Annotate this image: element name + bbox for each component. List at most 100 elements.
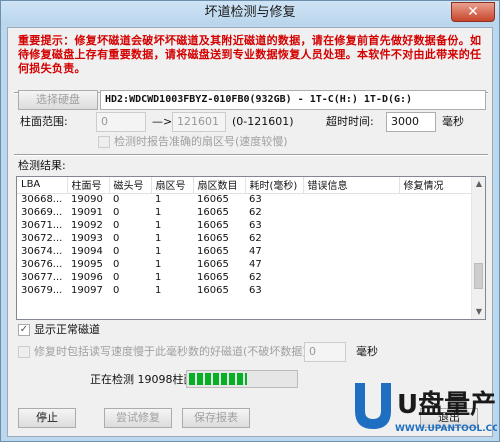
table-cell	[303, 232, 399, 245]
close-button[interactable]: ✕	[451, 2, 495, 22]
table-cell: 30676...	[21, 259, 63, 270]
progress-fill	[189, 373, 248, 385]
table-cell: 1	[155, 259, 162, 270]
column-header[interactable]: 柱面号	[67, 177, 110, 194]
table-cell: 0	[113, 233, 120, 244]
timeout-input[interactable]: 3000	[386, 112, 436, 132]
table-row[interactable]: 30679... 19097 0 1 16065 63	[17, 284, 471, 297]
stop-button[interactable]: 停止	[18, 408, 76, 428]
table-cell	[399, 193, 471, 206]
table-cell: 62	[249, 272, 262, 283]
column-header[interactable]: 耗时(毫秒)	[245, 177, 304, 194]
table-cell: 30674...	[21, 246, 63, 257]
table-cell: 30672...	[21, 233, 63, 244]
report-sector-label: 检测时报告准确的扇区号(速度较慢)	[114, 135, 288, 148]
table-cell: 1	[155, 207, 162, 218]
column-header[interactable]: 扇区数目	[193, 177, 246, 194]
table-cell	[303, 206, 399, 219]
table-cell	[303, 245, 399, 258]
table-cell: 0	[113, 246, 120, 257]
table-cell: 1	[155, 233, 162, 244]
table-cell	[399, 219, 471, 232]
table-cell: 16065	[197, 285, 229, 296]
table-cell: 62	[249, 233, 262, 244]
column-header[interactable]: 修复情况	[399, 177, 472, 194]
disk-info-field: HD2:WDCWD1003FBYZ-010FB0(932GB) - 1T-C(H…	[100, 90, 486, 110]
select-disk-button[interactable]: 选择硬盘	[18, 90, 98, 110]
table-row[interactable]: 30671... 19092 0 1 16065 63	[17, 219, 471, 232]
range-arrow: —>	[152, 115, 173, 128]
range-label: 柱面范围:	[20, 115, 68, 128]
save-report-button[interactable]: 保存报表	[182, 408, 250, 428]
table-cell: 62	[249, 207, 262, 218]
table-cell	[303, 284, 399, 297]
table-cell: 0	[113, 207, 120, 218]
column-header[interactable]: 扇区号	[151, 177, 194, 194]
table-row[interactable]: 30674... 19094 0 1 16065 47	[17, 245, 471, 258]
table-cell: 47	[249, 246, 262, 257]
scan-progress-bar	[186, 370, 298, 388]
table-cell: 1	[155, 285, 162, 296]
table-row[interactable]: 30672... 19093 0 1 16065 62	[17, 232, 471, 245]
table-cell: 30668...	[21, 194, 63, 206]
table-row[interactable]: 30677... 19096 0 1 16065 62	[17, 271, 471, 284]
table-cell: 19090	[71, 194, 103, 206]
table-cell: 16065	[197, 194, 229, 206]
table-cell	[303, 258, 399, 271]
table-cell	[399, 206, 471, 219]
table-cell: 1	[155, 246, 162, 257]
table-cell: 1	[155, 220, 162, 231]
table-cell: 0	[113, 194, 120, 206]
scroll-up-icon[interactable]: ▲	[472, 177, 485, 191]
table-cell: 47	[249, 259, 262, 270]
range-start-input[interactable]: 0	[96, 112, 146, 132]
show-normal-checkbox[interactable]: ✓	[18, 324, 30, 336]
table-cell: 16065	[197, 207, 229, 218]
results-table[interactable]: LBA 柱面号 磁头号 扇区号 扇区数目 耗时(毫秒) 错误信息 修复情况 30…	[16, 176, 486, 320]
table-header: LBA 柱面号 磁头号 扇区号 扇区数目 耗时(毫秒) 错误信息 修复情况	[17, 177, 472, 194]
table-cell: 16065	[197, 233, 229, 244]
table-cell: 16065	[197, 246, 229, 257]
table-cell	[303, 219, 399, 232]
table-cell	[399, 232, 471, 245]
table-row[interactable]: 30668... 19090 0 1 16065 63	[17, 193, 471, 206]
table-row[interactable]: 30669... 19091 0 1 16065 62	[17, 206, 471, 219]
timeout-unit: 毫秒	[442, 115, 464, 128]
column-header[interactable]: 错误信息	[303, 177, 400, 194]
table-cell	[399, 271, 471, 284]
table-cell: 30677...	[21, 272, 63, 283]
table-cell	[399, 258, 471, 271]
repair-slow-checkbox[interactable]	[18, 346, 30, 358]
watermark-brand: U盘量产网	[397, 389, 497, 420]
report-sector-checkbox[interactable]	[98, 136, 110, 148]
table-cell: 19093	[71, 233, 103, 244]
table-cell: 16065	[197, 272, 229, 283]
table-cell: 1	[155, 272, 162, 283]
try-repair-button[interactable]: 尝试修复	[104, 408, 172, 428]
table-cell: 16065	[197, 259, 229, 270]
table-cell: 30679...	[21, 285, 63, 296]
divider	[14, 154, 488, 156]
scroll-down-icon[interactable]: ▼	[472, 305, 485, 319]
column-header[interactable]: 磁头号	[109, 177, 152, 194]
scroll-thumb[interactable]	[474, 263, 483, 289]
table-cell: 19096	[71, 272, 103, 283]
table-cell	[399, 245, 471, 258]
column-header[interactable]: LBA	[17, 177, 68, 194]
table-cell: 19095	[71, 259, 103, 270]
repair-slow-input[interactable]: 0	[304, 342, 346, 362]
table-cell: 19092	[71, 220, 103, 231]
table-cell: 0	[113, 259, 120, 270]
table-cell: 30671...	[21, 220, 63, 231]
table-cell: 63	[249, 220, 262, 231]
table-cell: 63	[249, 194, 262, 206]
dialog-body: 重要提示：修复坏磁道会破坏坏磁道及其附近磁道的数据，请在修复前首先做好数据备份。…	[7, 27, 493, 437]
table-row[interactable]: 30676... 19095 0 1 16065 47	[17, 258, 471, 271]
vertical-scrollbar[interactable]: ▲ ▼	[471, 177, 485, 319]
table-cell	[303, 193, 399, 206]
range-end-input[interactable]: 121601	[172, 112, 226, 132]
timeout-label: 超时时间:	[326, 115, 374, 128]
table-cell: 19094	[71, 246, 103, 257]
range-hint: (0-121601)	[232, 115, 294, 128]
show-normal-label: 显示正常磁道	[34, 323, 100, 336]
